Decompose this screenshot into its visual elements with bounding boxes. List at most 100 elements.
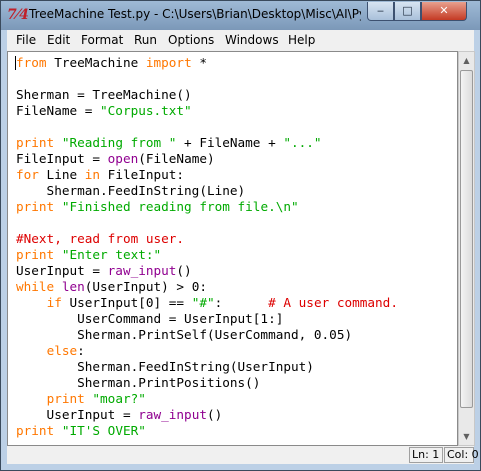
code-token: open: [107, 151, 139, 166]
code-token: raw_input: [138, 407, 207, 422]
code-token: len: [61, 279, 85, 294]
maximize-button[interactable]: □: [394, 2, 421, 21]
code-token: while: [16, 279, 55, 294]
code-token: (UserInput) > 0:: [84, 279, 207, 294]
title-bar[interactable]: 7⁄4 TreeMachine Test.py - C:\Users\Brian…: [1, 1, 480, 30]
code-token: print: [16, 135, 55, 150]
code-token: TreeMachine: [46, 55, 146, 70]
code-line[interactable]: UserCommand = UserInput[1:]: [16, 311, 283, 327]
code-line[interactable]: FileName = "Corpus.txt": [16, 103, 192, 119]
code-token: print: [16, 423, 55, 438]
code-line[interactable]: FileInput = open(FileName): [16, 151, 215, 167]
minimize-button[interactable]: ‒: [367, 2, 394, 21]
code-token: Sherman.PrintSelf(UserCommand, 0.05): [16, 327, 353, 342]
menu-windows[interactable]: Windows: [225, 33, 279, 47]
code-token: "Finished reading from file.\n": [61, 199, 299, 214]
code-token: "#": [191, 295, 215, 310]
code-line[interactable]: UserInput = raw_input(): [16, 263, 192, 279]
code-line[interactable]: #Next, read from user.: [16, 231, 184, 247]
code-token: print: [46, 391, 85, 406]
code-token: # A user command.: [268, 295, 398, 310]
menu-run[interactable]: Run: [134, 33, 157, 47]
code-line[interactable]: if UserInput[0] == "#": # A user command…: [16, 295, 398, 311]
code-token: UserInput =: [16, 263, 108, 278]
code-token: Sherman.FeedInString(UserInput): [16, 359, 314, 374]
close-button[interactable]: ✕: [421, 2, 467, 21]
code-line[interactable]: Sherman.FeedInString(Line): [16, 183, 246, 199]
code-line[interactable]: print "Enter text:": [16, 247, 161, 263]
code-token: for: [16, 167, 39, 182]
menu-edit[interactable]: Edit: [47, 33, 70, 47]
code-token: print: [16, 247, 55, 262]
code-token: #Next, read from user.: [16, 231, 185, 246]
code-token: (): [206, 407, 223, 422]
code-token: import: [145, 55, 192, 70]
code-token: "...": [283, 135, 322, 150]
code-token: print: [16, 199, 55, 214]
code-token: raw_input: [107, 263, 177, 278]
code-token: *: [191, 55, 207, 70]
status-bar: Ln: 1 Col: 0: [7, 446, 479, 464]
code-token: "moar?": [92, 391, 146, 406]
scroll-up-arrow-icon[interactable]: ▲: [459, 52, 474, 69]
code-token: UserInput =: [16, 407, 139, 422]
code-token: Sherman.PrintPositions(): [16, 375, 261, 390]
code-token: from: [16, 55, 47, 70]
code-token: "Reading from ": [61, 135, 177, 150]
code-line[interactable]: Sherman.PrintPositions(): [16, 375, 260, 391]
code-line[interactable]: print "moar?": [16, 391, 146, 407]
code-line[interactable]: while len(UserInput) > 0:: [16, 279, 207, 295]
code-token: in: [84, 167, 101, 182]
code-token: "Corpus.txt": [100, 103, 192, 118]
menu-options[interactable]: Options: [168, 33, 214, 47]
menu-file[interactable]: File: [16, 33, 36, 47]
menu-format[interactable]: Format: [81, 33, 123, 47]
scroll-down-arrow-icon[interactable]: ▼: [459, 428, 474, 445]
code-token: FileInput =: [16, 151, 108, 166]
code-token: UserCommand = UserInput[1:]: [16, 311, 284, 326]
column-number-status: Col: 0: [444, 447, 479, 463]
menu-help[interactable]: Help: [288, 33, 315, 47]
code-token: Sherman = TreeMachine(): [16, 87, 192, 102]
code-token: Line: [38, 167, 85, 182]
vertical-scrollbar[interactable]: ▲ ▼: [458, 51, 475, 446]
python-idle-icon: 7⁄4: [7, 7, 29, 23]
code-token: UserInput[0] ==: [61, 295, 192, 310]
code-line[interactable]: for Line in FileInput:: [16, 167, 184, 183]
code-token: "Enter text:": [61, 247, 162, 262]
code-token: + FileName +: [176, 135, 284, 150]
code-token: :: [214, 295, 269, 310]
code-line[interactable]: print "IT'S OVER": [16, 423, 146, 439]
code-line[interactable]: else:: [16, 343, 85, 359]
code-line[interactable]: Sherman = TreeMachine(): [16, 87, 192, 103]
idle-editor-window: 7⁄4 TreeMachine Test.py - C:\Users\Brian…: [0, 0, 481, 471]
code-token: (): [176, 263, 192, 278]
code-line[interactable]: UserInput = raw_input(): [16, 407, 223, 423]
code-token: "IT'S OVER": [61, 423, 146, 438]
code-token: if: [46, 295, 62, 310]
code-token: (FileName): [138, 151, 215, 166]
code-token: else: [46, 343, 78, 358]
code-editor[interactable]: from TreeMachine import * Sherman = TreeM…: [7, 51, 458, 446]
code-line[interactable]: from TreeMachine import *: [16, 55, 207, 71]
menu-bar: File Edit Format Run Options Windows Hel…: [7, 30, 474, 51]
code-line[interactable]: Sherman.FeedInString(UserInput): [16, 359, 314, 375]
line-number-status: Ln: 1: [409, 447, 443, 463]
code-token: FileInput:: [100, 167, 185, 182]
window-title: TreeMachine Test.py - C:\Users\Brian\Des…: [29, 7, 361, 21]
code-line[interactable]: Sherman.PrintSelf(UserCommand, 0.05): [16, 327, 352, 343]
scrollbar-thumb[interactable]: [460, 70, 473, 408]
code-token: Sherman.FeedInString(Line): [16, 183, 246, 198]
code-line[interactable]: print "Reading from " + FileName + "...": [16, 135, 322, 151]
code-token: FileName =: [16, 103, 101, 118]
code-line[interactable]: print "Finished reading from file.\n": [16, 199, 299, 215]
code-token: :: [77, 343, 85, 358]
